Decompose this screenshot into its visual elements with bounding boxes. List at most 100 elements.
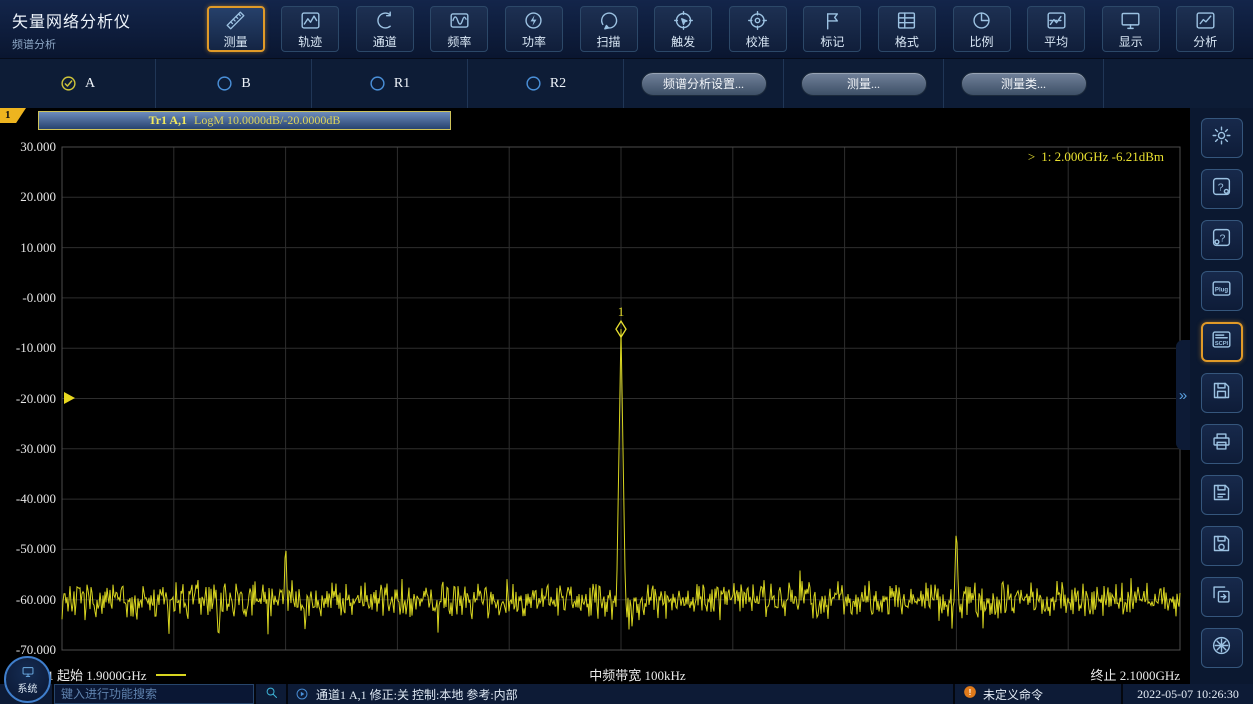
marker-arrow-icon: >: [1028, 149, 1035, 165]
plug-manager-button[interactable]: Plug: [1201, 271, 1243, 311]
trace-status-bar[interactable]: Tr1 A,1 LogM 10.0000dB/-20.0000dB: [38, 111, 451, 130]
top-toolbar: 矢量网络分析仪 频谱分析 测量 轨迹 通道 频率 功率 扫描 触发: [0, 0, 1253, 58]
plug-icon: Plug: [1211, 278, 1232, 304]
instrument-status-text: 通道1 A,1 修正:关 控制:本地 参考:内部: [316, 686, 518, 703]
search-input[interactable]: [55, 685, 253, 703]
toolbar-button-label: 通道: [373, 33, 397, 50]
clock-segment: 2022-05-07 10:26:30: [1123, 684, 1253, 704]
settings-button[interactable]: [1201, 118, 1243, 158]
channel-icon: [374, 8, 395, 32]
toolbar-button-sweep[interactable]: 扫描: [580, 6, 638, 52]
format-icon: [896, 8, 917, 32]
floppy-data-icon: [1211, 533, 1232, 559]
subbar-filler: [1104, 59, 1253, 108]
trace-format: LogM 10.0000dB/-20.0000dB: [194, 113, 340, 128]
y-axis-tick: -60.000: [0, 592, 56, 608]
print-button[interactable]: [1201, 424, 1243, 464]
toolbar-button-label: 显示: [1119, 33, 1143, 50]
toolbar-button-trigger[interactable]: 触发: [654, 6, 712, 52]
average-icon: [1046, 8, 1067, 32]
instrument-status-segment: 通道1 A,1 修正:关 控制:本地 参考:内部: [288, 684, 953, 704]
receiver-label: R1: [394, 76, 410, 92]
y-axis-tick: -30.000: [0, 441, 56, 457]
receiver-label: A: [85, 76, 95, 92]
toolbar-button-marker[interactable]: 标记: [803, 6, 861, 52]
sweep-icon: [598, 8, 619, 32]
measure-button[interactable]: 测量...: [801, 72, 927, 96]
printer-icon: [1211, 431, 1232, 457]
toolbar-button-format[interactable]: 格式: [878, 6, 936, 52]
pill-cell: 测量类...: [944, 59, 1104, 108]
receiver-b[interactable]: B: [156, 59, 312, 108]
y-axis-tick: -20.000: [0, 391, 56, 407]
search-segment: [54, 684, 254, 704]
trigger-icon: [673, 8, 694, 32]
help-button-1[interactable]: ?: [1201, 169, 1243, 209]
marker-readout: > 1: 2.000GHz -6.21dBm: [1028, 149, 1164, 165]
save-as-button[interactable]: [1201, 475, 1243, 515]
receiver-r2[interactable]: R2: [468, 59, 624, 108]
svg-text:1: 1: [618, 304, 625, 319]
error-segment: ! 未定义命令: [955, 684, 1121, 704]
pill-cell: 频谱分析设置...: [624, 59, 784, 108]
expand-panel-chevron[interactable]: »: [1176, 340, 1190, 450]
toolbar-buttons: 测量 轨迹 通道 频率 功率 扫描 触发 校准: [188, 0, 1253, 58]
app-title: 矢量网络分析仪: [12, 8, 188, 32]
receiver-a[interactable]: A: [0, 59, 156, 108]
app-subtitle: 频谱分析: [12, 36, 188, 52]
trace-color-legend: [156, 674, 186, 676]
play-status-icon: [295, 687, 309, 701]
right-sidebar: ? ? Plug SCPI: [1190, 108, 1253, 684]
y-axis-tick: 30.000: [0, 139, 56, 155]
radio-icon: [216, 75, 233, 92]
snowflake-icon: [1211, 635, 1232, 661]
spectrum-plot[interactable]: 1: [0, 108, 1190, 684]
save-data-button[interactable]: [1201, 526, 1243, 566]
receiver-r1[interactable]: R1: [312, 59, 468, 108]
toolbar-button-measure[interactable]: 测量: [207, 6, 265, 52]
question-icon: ?: [1211, 176, 1232, 202]
toolbar-button-label: 轨迹: [298, 33, 322, 50]
copy-export-icon: [1211, 584, 1232, 610]
trace-id: Tr1 A,1: [149, 113, 187, 128]
toolbar-button-channel[interactable]: 通道: [356, 6, 414, 52]
svg-text:!: !: [969, 688, 972, 697]
channel-bar: A B R1 R2 频谱分析设置... 测量... 测量类...: [0, 58, 1253, 108]
save-button[interactable]: [1201, 373, 1243, 413]
search-icon: [264, 685, 279, 704]
system-menu-button[interactable]: 系统: [4, 656, 51, 703]
spectrum-settings-button[interactable]: 频谱分析设置...: [641, 72, 767, 96]
toolbar-button-display[interactable]: 显示: [1102, 6, 1160, 52]
toolbar-button-average[interactable]: 平均: [1027, 6, 1085, 52]
search-go-button[interactable]: [256, 684, 286, 704]
chart-footer-center: 中频带宽 100kHz: [589, 665, 685, 684]
scale-icon: [971, 8, 992, 32]
toolbar-button-power[interactable]: 功率: [505, 6, 563, 52]
screen-freeze-button[interactable]: [1201, 628, 1243, 668]
y-axis-tick: 10.000: [0, 240, 56, 256]
export-button[interactable]: [1201, 577, 1243, 617]
radio-checked-icon: [60, 75, 77, 92]
toolbar-button-calibration[interactable]: 校准: [729, 6, 787, 52]
floppy-edit-icon: [1211, 482, 1232, 508]
toolbar-button-label: 功率: [522, 33, 546, 50]
toolbar-button-scale[interactable]: 比例: [953, 6, 1011, 52]
toolbar-button-label: 格式: [895, 33, 919, 50]
measure-class-button[interactable]: 测量类...: [961, 72, 1087, 96]
toolbar-button-trace[interactable]: 轨迹: [281, 6, 339, 52]
radio-icon: [369, 75, 386, 92]
scpi-button[interactable]: SCPI: [1201, 322, 1243, 362]
y-axis-tick: -50.000: [0, 541, 56, 557]
toolbar-button-analysis[interactable]: 分析: [1176, 6, 1234, 52]
toolbar-button-label: 扫描: [597, 33, 621, 50]
calibration-icon: [747, 8, 768, 32]
toolbar-button-label: 标记: [820, 33, 844, 50]
app-title-block: 矢量网络分析仪 频谱分析: [0, 0, 188, 58]
error-text: 未定义命令: [983, 686, 1043, 703]
status-bar: 通道1 A,1 修正:关 控制:本地 参考:内部 ! 未定义命令 2022-05…: [0, 684, 1253, 704]
ref-level-marker[interactable]: [64, 392, 75, 404]
toolbar-button-frequency[interactable]: 频率: [430, 6, 488, 52]
chart-footer-right: 终止 2.1000GHz: [1090, 665, 1180, 684]
help-button-2[interactable]: ?: [1201, 220, 1243, 260]
y-axis-tick: -10.000: [0, 340, 56, 356]
